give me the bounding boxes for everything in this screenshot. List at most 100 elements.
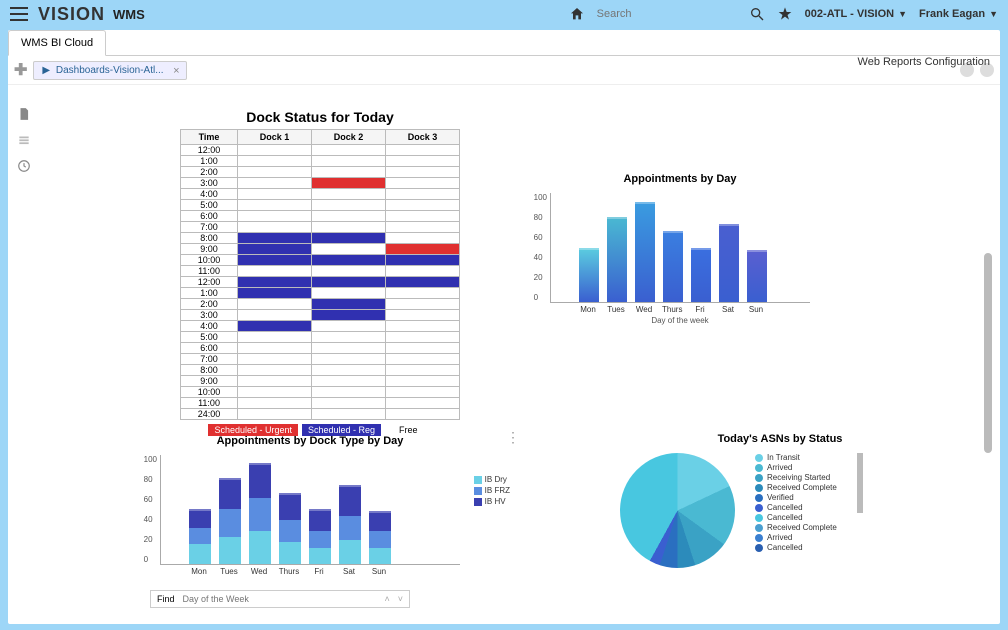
table-cell: 5:00 <box>181 332 238 343</box>
table-cell <box>385 145 459 156</box>
stacked-bar <box>189 509 211 564</box>
table-row: 2:00 <box>181 167 460 178</box>
home-icon[interactable] <box>569 6 585 22</box>
table-cell <box>312 255 386 266</box>
table-cell <box>385 365 459 376</box>
table-row: 1:00 <box>181 156 460 167</box>
tab-wms-bi-cloud[interactable]: WMS BI Cloud <box>8 30 106 56</box>
location-label: 002-ATL - VISION <box>805 8 894 20</box>
breadcrumb-tab[interactable]: ▶ Dashboards-Vision-Atl... × <box>33 61 186 80</box>
table-cell: 12:00 <box>181 145 238 156</box>
bar <box>635 202 655 302</box>
table-row: 4:00 <box>181 321 460 332</box>
layers-icon[interactable] <box>17 133 31 147</box>
table-cell <box>385 266 459 277</box>
table-row: 9:00 <box>181 244 460 255</box>
table-header: Dock 3 <box>385 130 459 145</box>
clock-icon[interactable] <box>17 159 31 173</box>
table-row: 6:00 <box>181 343 460 354</box>
table-cell: 5:00 <box>181 200 238 211</box>
username-label: Frank Eagan <box>919 8 985 20</box>
table-row: 7:00 <box>181 354 460 365</box>
table-cell: 1:00 <box>181 156 238 167</box>
search-input[interactable] <box>597 8 737 20</box>
table-cell <box>385 156 459 167</box>
table-cell <box>385 409 459 420</box>
legend-item: IB HV <box>485 497 506 506</box>
table-cell <box>385 387 459 398</box>
table-cell: 12:00 <box>181 277 238 288</box>
legend-scrollbar[interactable] <box>857 453 863 513</box>
table-cell: 4:00 <box>181 189 238 200</box>
table-cell <box>238 222 312 233</box>
table-row: 3:00 <box>181 310 460 321</box>
pie-chart <box>620 453 735 568</box>
dock-status-table: TimeDock 1Dock 2Dock 3 12:001:002:003:00… <box>180 129 460 420</box>
menu-icon[interactable] <box>10 7 28 21</box>
table-cell <box>238 200 312 211</box>
table-cell: 3:00 <box>181 310 238 321</box>
table-cell: 10:00 <box>181 387 238 398</box>
table-cell <box>312 167 386 178</box>
table-row: 12:00 <box>181 277 460 288</box>
star-icon[interactable] <box>777 6 793 22</box>
table-cell <box>385 321 459 332</box>
user-menu[interactable]: Frank Eagan ▼ <box>919 8 998 20</box>
table-cell: 6:00 <box>181 343 238 354</box>
web-reports-config-link[interactable]: Web Reports Configuration <box>858 56 990 68</box>
table-row: 1:00 <box>181 288 460 299</box>
caret-down-icon: ▼ <box>989 9 998 19</box>
find-prev-icon[interactable]: ˄ <box>384 594 389 604</box>
close-tab-icon[interactable]: × <box>173 65 179 77</box>
table-cell <box>312 387 386 398</box>
table-cell <box>238 354 312 365</box>
page-icon[interactable] <box>17 107 31 121</box>
table-cell: 24:00 <box>181 409 238 420</box>
legend-item: Arrived <box>755 463 837 472</box>
table-cell <box>312 244 386 255</box>
table-cell <box>312 189 386 200</box>
table-cell <box>385 222 459 233</box>
table-cell <box>385 200 459 211</box>
table-cell <box>385 277 459 288</box>
logo: VISION <box>38 4 105 25</box>
find-input[interactable] <box>183 594 377 604</box>
chart-menu-icon[interactable]: ⋮ <box>506 429 520 446</box>
table-cell: 6:00 <box>181 211 238 222</box>
table-row: 24:00 <box>181 409 460 420</box>
table-row: 5:00 <box>181 200 460 211</box>
dock-type-legend: IB Dry IB FRZ IB HV <box>474 475 510 508</box>
add-tab-button[interactable]: ✚ <box>14 60 27 80</box>
table-cell <box>385 288 459 299</box>
table-cell <box>312 376 386 387</box>
location-select[interactable]: 002-ATL - VISION▼ <box>805 8 907 20</box>
content-scrollbar[interactable] <box>984 253 992 453</box>
table-row: 7:00 <box>181 222 460 233</box>
chart-title: Appointments by Day <box>550 173 810 185</box>
table-cell <box>312 398 386 409</box>
table-cell <box>312 288 386 299</box>
table-cell <box>385 233 459 244</box>
table-cell <box>385 178 459 189</box>
asn-legend: In TransitArrivedReceiving StartedReceiv… <box>755 453 837 552</box>
table-row: 5:00 <box>181 332 460 343</box>
table-cell <box>385 354 459 365</box>
table-cell: 10:00 <box>181 255 238 266</box>
table-cell <box>238 167 312 178</box>
find-next-icon[interactable]: ˅ <box>398 594 403 604</box>
table-cell <box>238 365 312 376</box>
table-row: 10:00 <box>181 387 460 398</box>
table-row: 8:00 <box>181 233 460 244</box>
table-row: 8:00 <box>181 365 460 376</box>
search-icon[interactable] <box>749 6 765 22</box>
table-cell <box>312 145 386 156</box>
table-cell <box>238 189 312 200</box>
table-cell <box>312 365 386 376</box>
table-cell <box>312 233 386 244</box>
table-cell <box>312 310 386 321</box>
table-cell <box>385 332 459 343</box>
table-cell <box>238 332 312 343</box>
bar <box>663 231 683 302</box>
table-cell <box>238 266 312 277</box>
stacked-bar <box>219 478 241 564</box>
